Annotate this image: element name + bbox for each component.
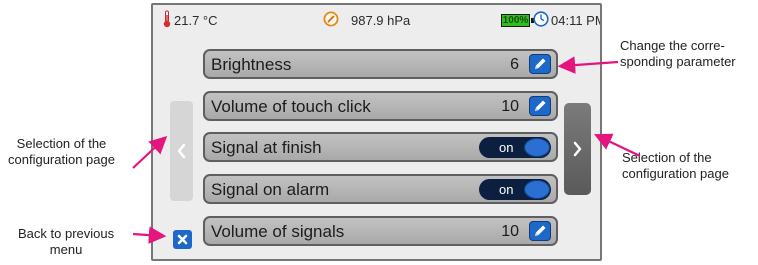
arrow-back [132, 226, 167, 244]
callout-arrows [132, 56, 641, 244]
arrow-selection-right [594, 133, 641, 157]
arrow-selection-left [132, 135, 168, 169]
arrow-change-parameter [557, 56, 619, 74]
